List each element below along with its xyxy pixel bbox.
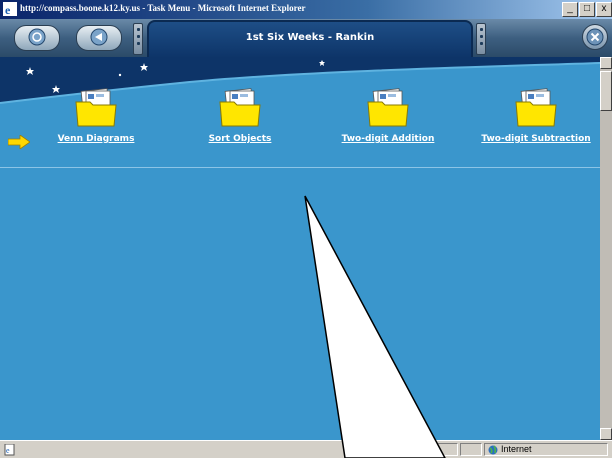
exit-button[interactable] [582, 24, 608, 50]
page-title: 1st Six Weeks - Rankin [245, 32, 375, 43]
header-panel: 1st Six Weeks - Rankin [147, 20, 473, 58]
task-label[interactable]: Two-digit Subtraction [461, 134, 611, 144]
task-item-two-digit-addition[interactable]: Two-digit Addition [313, 88, 463, 144]
maximize-button[interactable]: □ [579, 2, 595, 17]
close-window-button[interactable]: x [596, 2, 612, 17]
back-button[interactable] [76, 25, 122, 51]
app-header: 1st Six Weeks - Rankin [0, 19, 612, 58]
task-item-sort-objects[interactable]: Sort Objects [165, 88, 315, 144]
title-bar: e http://compass.boone.k12.ky.us - Task … [0, 0, 612, 19]
status-segment [460, 443, 482, 456]
ie-logo-icon: e [3, 2, 17, 16]
status-segment [412, 443, 434, 456]
status-segment [436, 443, 458, 456]
page-icon: e [4, 444, 15, 456]
content-divider [0, 167, 600, 168]
task-item-two-digit-subtraction[interactable]: Two-digit Subtraction [461, 88, 611, 144]
home-icon [28, 28, 46, 46]
back-arrow-icon [90, 28, 108, 46]
toolbar-grip-left [133, 23, 143, 55]
security-zone: Internet [484, 443, 608, 456]
browser-window: e http://compass.boone.k12.ky.us - Task … [0, 0, 612, 458]
scroll-down-button[interactable] [600, 428, 612, 440]
folder-icon [367, 88, 409, 127]
folder-icon [515, 88, 557, 127]
status-bar: e Internet [0, 440, 612, 458]
svg-text:e: e [5, 3, 11, 16]
globe-icon [488, 445, 498, 455]
task-item-venn-diagrams[interactable]: Venn Diagrams [21, 88, 171, 144]
task-label[interactable]: Venn Diagrams [21, 134, 171, 144]
home-button[interactable] [14, 25, 60, 51]
task-label[interactable]: Sort Objects [165, 134, 315, 144]
folder-icon [219, 88, 261, 127]
zone-label: Internet [501, 444, 532, 454]
close-icon [586, 28, 604, 46]
vertical-scrollbar[interactable] [600, 57, 612, 440]
scroll-thumb[interactable] [600, 71, 612, 111]
toolbar-grip-right [476, 23, 486, 55]
task-label[interactable]: Two-digit Addition [313, 134, 463, 144]
folder-icon [75, 88, 117, 127]
window-title: http://compass.boone.k12.ky.us - Task Me… [20, 3, 306, 13]
svg-text:e: e [6, 446, 10, 455]
window-controls: _ □ x [562, 2, 612, 17]
star-icon [118, 73, 122, 77]
minimize-button[interactable]: _ [562, 2, 578, 17]
scroll-up-button[interactable] [600, 57, 612, 69]
